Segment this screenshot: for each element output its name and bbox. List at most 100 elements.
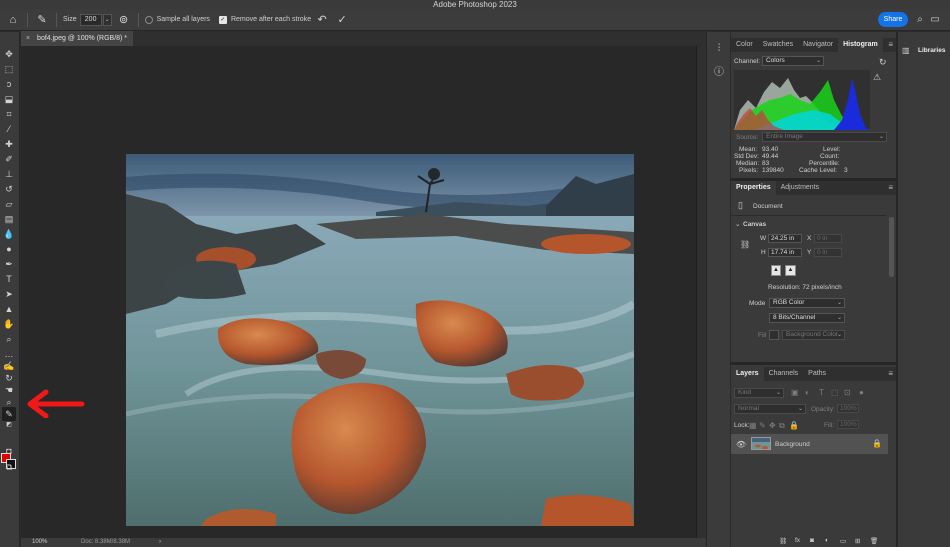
tab-layers[interactable]: Layers — [731, 367, 764, 381]
properties-scrollbar[interactable] — [889, 217, 894, 277]
clone-stamp-tool-icon[interactable]: ⊥ — [2, 167, 16, 181]
layer-style-icon[interactable]: fx — [795, 537, 800, 544]
commit-check-icon[interactable]: ✓ — [334, 12, 350, 28]
fill-swatch[interactable] — [769, 330, 779, 340]
history-brush-tool-icon[interactable]: ↺ — [2, 182, 16, 196]
doc-info[interactable]: Doc: 8.38M/8.38M — [81, 538, 130, 547]
blur-tool-icon[interactable]: 💧 — [2, 227, 16, 241]
lock-position-icon[interactable]: ✥ — [769, 421, 776, 430]
spot-healing-brush-icon[interactable]: ✎ — [34, 12, 50, 28]
width-field[interactable]: 24.25 in — [768, 234, 802, 243]
tab-properties[interactable]: Properties — [731, 181, 776, 195]
link-layers-icon[interactable]: ⛓ — [779, 537, 787, 545]
workspace-icon[interactable]: ▭ — [928, 12, 942, 27]
quick-mask-icon[interactable]: ◘ — [2, 444, 16, 458]
pressure-icon[interactable]: ⊚ — [116, 12, 132, 28]
y-field[interactable]: 0 in — [814, 248, 842, 257]
tab-adjustments[interactable]: Adjustments — [776, 181, 825, 195]
zoom-tool-icon[interactable]: ⌕ — [2, 332, 16, 346]
blend-mode-select[interactable]: Normal ⌄ — [734, 404, 806, 414]
type-tool-icon[interactable]: T — [2, 272, 16, 286]
size-dropdown-icon[interactable]: ⌄ — [102, 13, 112, 26]
new-layer-icon[interactable]: ⊞ — [855, 537, 860, 545]
mode-select[interactable]: RGB Color ⌄ — [769, 298, 845, 308]
adjustment-layer-icon[interactable]: ◐ — [825, 537, 829, 544]
panel-menu-icon[interactable]: ≡ — [888, 367, 893, 381]
lock-artboard-icon[interactable]: ⧉ — [779, 421, 785, 431]
object-select-tool-icon[interactable]: ⬓ — [2, 92, 16, 106]
x-field[interactable]: 0 in — [814, 234, 842, 243]
filter-toggle-icon[interactable]: ● — [859, 388, 864, 397]
gradient-tool-icon[interactable]: ▤ — [2, 212, 16, 226]
height-field[interactable]: 17.74 in — [768, 248, 802, 257]
eye-visibility-icon[interactable]: 👁 — [736, 440, 746, 449]
search-icon[interactable]: ⌕ — [913, 12, 927, 27]
filter-pixel-icon[interactable]: ▣ — [791, 388, 799, 397]
document-image[interactable] — [126, 154, 634, 526]
remove-after-stroke-checkbox[interactable]: ✓ — [218, 15, 227, 24]
filter-shape-icon[interactable]: ⬚ — [831, 388, 839, 397]
panel-menu-icon[interactable]: ≡ — [888, 181, 893, 195]
lasso-tool-icon[interactable]: ↄ — [2, 77, 16, 91]
tab-channels[interactable]: Channels — [764, 367, 804, 381]
cache-warning-icon[interactable]: ⚠ — [873, 72, 881, 83]
dodge-tool-icon[interactable]: ● — [2, 242, 16, 256]
filter-adjustment-icon[interactable]: ◐ — [805, 388, 810, 397]
zoom-level[interactable]: 100% — [32, 538, 47, 547]
filter-smart-object-icon[interactable]: ⊡ — [844, 388, 851, 397]
move-tool-icon[interactable]: ✥ — [2, 47, 16, 61]
tab-paths[interactable]: Paths — [803, 367, 831, 381]
lock-pixels-icon[interactable]: ✎ — [759, 421, 766, 430]
tab-histogram[interactable]: Histogram — [838, 38, 883, 52]
fill-select[interactable]: Background Color ⌄ — [782, 330, 845, 340]
panel-menu-icon[interactable]: ≡ — [888, 38, 893, 52]
bit-depth-select[interactable]: 8 Bits/Channel ⌄ — [769, 313, 845, 323]
close-icon[interactable]: × — [26, 35, 30, 42]
portrait-orientation-icon[interactable]: ▲ — [771, 265, 781, 276]
size-input[interactable]: 200 — [79, 13, 102, 26]
new-group-icon[interactable]: ▭ — [840, 537, 846, 545]
source-select[interactable]: Entire Image ⌄ — [762, 132, 887, 142]
home-icon[interactable]: ⌂ — [5, 12, 21, 28]
adjustments-panel-icon[interactable]: ⫶ — [712, 42, 726, 56]
layer-row-background[interactable]: 👁 Background 🔒 — [731, 434, 888, 454]
canvas-area[interactable] — [21, 46, 696, 538]
hand-tool-icon[interactable]: ✋ — [2, 317, 16, 331]
path-select-tool-icon[interactable]: ➤ — [2, 287, 16, 301]
chevron-down-icon[interactable]: ⌄ — [735, 220, 740, 228]
tab-navigator[interactable]: Navigator — [798, 38, 838, 52]
fill-opacity-field[interactable]: 100% — [837, 420, 859, 429]
eraser-tool-icon[interactable]: ▱ — [2, 197, 16, 211]
lock-all-icon[interactable]: 🔒 — [789, 421, 799, 430]
shape-tool-icon[interactable]: ▲ — [2, 302, 16, 316]
undo-stroke-icon[interactable]: ↶ — [314, 12, 330, 28]
crop-tool-icon[interactable]: ⌗ — [2, 107, 16, 121]
filter-type-icon[interactable]: T — [819, 388, 824, 397]
sample-all-layers-checkbox[interactable] — [144, 15, 153, 24]
trash-icon[interactable]: 🗑 — [870, 537, 878, 545]
add-mask-icon[interactable]: ◙ — [810, 537, 814, 544]
healing-tool-icon[interactable]: ✚ — [2, 137, 16, 151]
info-panel-icon[interactable]: ⓘ — [712, 66, 726, 80]
brush-tool-icon[interactable]: ✐ — [2, 152, 16, 166]
layer-kind-filter[interactable]: Kind ⌄ — [734, 388, 784, 398]
eyedropper-tool-icon[interactable]: ⁄ — [2, 122, 16, 136]
libraries-icon[interactable]: ▥ — [902, 46, 910, 55]
tab-color[interactable]: Color — [731, 38, 758, 52]
libraries-title[interactable]: Libraries — [918, 47, 945, 54]
default-colors-icon[interactable]: ◩ — [2, 418, 16, 432]
channel-select[interactable]: Colors ⌄ — [762, 56, 824, 66]
opacity-field[interactable]: 100% — [837, 404, 859, 413]
lock-transparent-icon[interactable]: ▦ — [749, 421, 757, 430]
pen-tool-icon[interactable]: ✒ — [2, 257, 16, 271]
status-arrow-icon[interactable]: › — [159, 538, 161, 547]
share-button[interactable]: Share — [878, 12, 908, 27]
link-icon[interactable]: ⛓ — [740, 240, 750, 249]
document-tab[interactable]: × bof4.jpeg @ 100% (RGB/8) * — [21, 31, 133, 46]
refresh-icon[interactable]: ↻ — [879, 57, 887, 68]
tab-swatches[interactable]: Swatches — [758, 38, 798, 52]
screen-mode-icon[interactable]: ⧉ — [2, 460, 16, 474]
marquee-tool-icon[interactable]: ⬚ — [2, 62, 16, 76]
canvas-scrollbar[interactable] — [696, 46, 706, 538]
landscape-orientation-icon[interactable]: ▲ — [785, 265, 796, 276]
